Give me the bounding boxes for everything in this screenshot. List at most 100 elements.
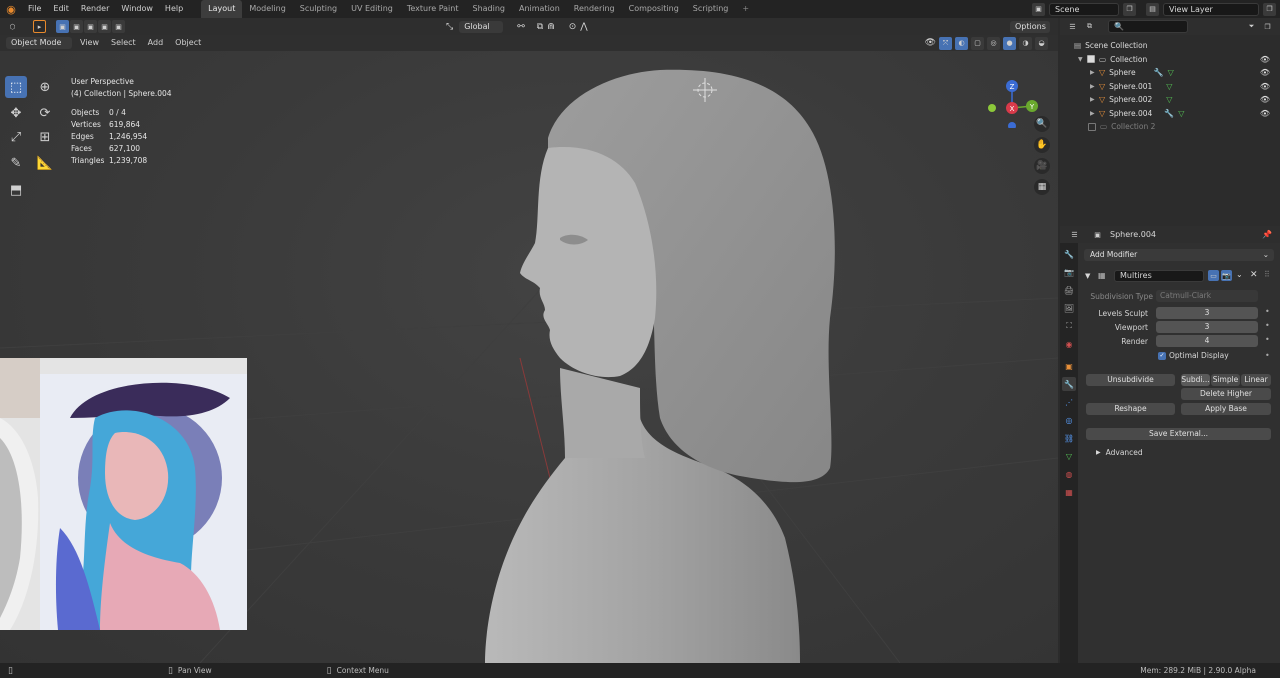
viewport-levels-field[interactable]: 3: [1156, 321, 1258, 333]
collapse-modifier-icon[interactable]: ▼: [1085, 272, 1090, 280]
pin-icon[interactable]: 📌: [1262, 230, 1272, 239]
options-dropdown[interactable]: Options: [1010, 20, 1050, 33]
outliner-editor-type-icon[interactable]: ☰: [1066, 20, 1079, 33]
render-levels-field[interactable]: 4: [1156, 335, 1258, 347]
pan-hand-icon[interactable]: ✋: [1034, 137, 1050, 153]
simple-button[interactable]: Simple: [1211, 374, 1240, 386]
select-subtract-icon[interactable]: ▣: [84, 20, 97, 33]
add-modifier-dropdown[interactable]: Add Modifier ⌄: [1084, 249, 1274, 261]
transform-tool-icon[interactable]: ⊞: [34, 126, 56, 148]
camera-icon[interactable]: 🎥: [1034, 158, 1050, 174]
show-in-viewport-icon[interactable]: ▭: [1208, 270, 1219, 281]
visibility-eye-icon[interactable]: 👁: [1260, 55, 1270, 64]
collection-2-checkbox[interactable]: [1088, 122, 1096, 131]
visibility-eye-icon[interactable]: 👁: [1260, 109, 1270, 118]
expand-advanced-icon[interactable]: ▶: [1096, 449, 1101, 456]
collapse-icon[interactable]: ▼: [1078, 56, 1087, 63]
viewport-menu-select[interactable]: Select: [105, 35, 142, 51]
menu-help[interactable]: Help: [159, 0, 189, 18]
world-tab-icon[interactable]: ◉: [1062, 337, 1076, 351]
viewport-menu-view[interactable]: View: [74, 35, 105, 51]
delete-higher-button[interactable]: Delete Higher: [1181, 388, 1271, 400]
expand-icon[interactable]: ▶: [1090, 83, 1099, 90]
overlay-toggle-icon[interactable]: ◐: [955, 36, 968, 50]
display-mode-icon[interactable]: ⧉: [1083, 20, 1096, 33]
select-box-tool-icon[interactable]: ⬚: [5, 76, 27, 98]
viewport-menu-add[interactable]: Add: [142, 35, 170, 51]
menu-file[interactable]: File: [22, 0, 47, 18]
expand-icon[interactable]: ▶: [1090, 110, 1099, 117]
subdivision-type-dropdown[interactable]: Catmull-Clark: [1156, 290, 1258, 302]
falloff-icon[interactable]: ⋀: [580, 22, 587, 32]
keyframe-dot-icon[interactable]: •: [1265, 351, 1270, 360]
new-view-layer-icon[interactable]: ❐: [1263, 2, 1276, 16]
particles-tab-icon[interactable]: ⋰: [1062, 395, 1076, 409]
xray-toggle-icon[interactable]: ▢: [971, 36, 984, 50]
levels-sculpt-field[interactable]: 3: [1156, 307, 1258, 319]
modifier-options-icon[interactable]: ⌄: [1236, 270, 1243, 279]
menu-render[interactable]: Render: [75, 0, 115, 18]
modifier-tab-icon[interactable]: 🔧: [1062, 377, 1076, 391]
collection-checkbox[interactable]: [1087, 55, 1095, 64]
snap-magnet-icon[interactable]: ⋒: [547, 22, 555, 32]
output-tab-icon[interactable]: 🖨: [1062, 283, 1076, 297]
zoom-icon[interactable]: 🔍: [1034, 116, 1050, 132]
object-tab-icon[interactable]: ▣: [1062, 359, 1076, 373]
tab-compositing[interactable]: Compositing: [622, 0, 686, 18]
tab-modeling[interactable]: Modeling: [242, 0, 292, 18]
tab-sculpting[interactable]: Sculpting: [293, 0, 344, 18]
select-invert-icon[interactable]: ▣: [98, 20, 111, 33]
select-new-icon[interactable]: ▣: [56, 20, 69, 33]
tab-layout[interactable]: Layout: [201, 0, 243, 18]
expand-icon[interactable]: ▶: [1090, 96, 1099, 103]
pivot-icon[interactable]: ⚯: [517, 22, 525, 32]
viewport-menu-object[interactable]: Object: [169, 35, 207, 51]
subdivide-button[interactable]: Subdi...: [1181, 374, 1210, 386]
annotate-tool-icon[interactable]: ✎: [5, 152, 27, 174]
gizmo-neg-y-icon[interactable]: [988, 104, 996, 112]
visibility-eye-icon[interactable]: 👁: [1260, 82, 1270, 91]
wireframe-shading-icon[interactable]: ◎: [987, 36, 1000, 50]
3d-viewport[interactable]: ⬡ ▸ ▣ ▣ ▣ ▣ ▣ ⤡ Global ⚯ ⧉ ⋒ ⊙ ⋀ Options…: [0, 18, 1058, 663]
keyframe-dot-icon[interactable]: •: [1265, 321, 1270, 330]
remove-modifier-icon[interactable]: ✕: [1250, 270, 1258, 280]
visibility-icon[interactable]: 👁: [925, 38, 936, 48]
orientation-dropdown[interactable]: Global: [459, 20, 504, 33]
outliner-item-sphere-001[interactable]: ▶ ▽ Sphere.001 ▽ 👁: [1060, 80, 1280, 94]
tab-shading[interactable]: Shading: [465, 0, 512, 18]
add-workspace-icon[interactable]: +: [735, 0, 756, 18]
menu-window[interactable]: Window: [115, 0, 159, 18]
editor-type-icon[interactable]: ⬡: [6, 20, 19, 33]
linear-button[interactable]: Linear: [1241, 374, 1271, 386]
expand-icon[interactable]: ▶: [1090, 69, 1099, 76]
select-intersect-icon[interactable]: ▣: [112, 20, 125, 33]
optimal-display-row[interactable]: ✓ Optimal Display: [1158, 351, 1229, 360]
move-tool-icon[interactable]: ✥: [5, 102, 27, 124]
scene-collection-row[interactable]: ▤ Scene Collection: [1060, 39, 1280, 53]
tab-rendering[interactable]: Rendering: [567, 0, 622, 18]
properties-editor-type-icon[interactable]: ☰: [1068, 228, 1081, 241]
new-scene-icon[interactable]: ❐: [1123, 2, 1136, 16]
filter-icon[interactable]: ⏷: [1245, 20, 1258, 33]
tab-texture-paint[interactable]: Texture Paint: [400, 0, 466, 18]
cursor-tool-icon[interactable]: ⊕: [34, 76, 56, 98]
select-tool-icon[interactable]: ▸: [33, 20, 46, 33]
scale-tool-icon[interactable]: ⤢: [5, 126, 27, 148]
scene-icon[interactable]: ▣: [1032, 2, 1045, 16]
mode-dropdown[interactable]: Object Mode: [6, 37, 72, 49]
gizmo-toggle-icon[interactable]: ⤧: [939, 36, 952, 50]
new-collection-icon[interactable]: ❐: [1261, 20, 1274, 33]
reshape-button[interactable]: Reshape: [1086, 403, 1175, 415]
outliner-search-input[interactable]: 🔍: [1108, 20, 1188, 33]
drag-handle-icon[interactable]: ⠿: [1264, 270, 1270, 279]
keyframe-dot-icon[interactable]: •: [1265, 307, 1270, 316]
menu-edit[interactable]: Edit: [47, 0, 75, 18]
data-tab-icon[interactable]: ▽: [1062, 449, 1076, 463]
visibility-eye-icon[interactable]: 👁: [1260, 95, 1270, 104]
show-in-render-icon[interactable]: 📷: [1221, 270, 1232, 281]
modifier-name-field[interactable]: Multires: [1114, 270, 1204, 282]
advanced-subpanel[interactable]: ▶ Advanced: [1096, 448, 1143, 457]
scene-field[interactable]: Scene: [1049, 2, 1119, 16]
optimal-display-checkbox[interactable]: ✓: [1158, 351, 1166, 360]
tab-uv-editing[interactable]: UV Editing: [344, 0, 400, 18]
